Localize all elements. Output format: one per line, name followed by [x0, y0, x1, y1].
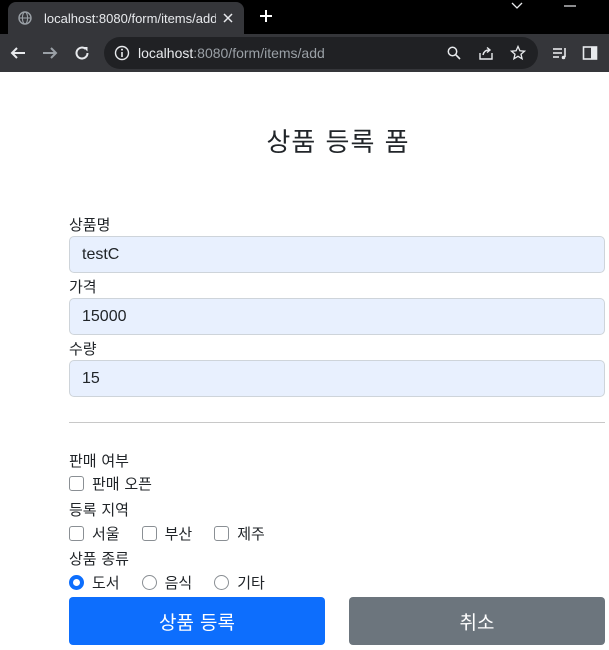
region-option-jeju[interactable]: 제주: [214, 523, 265, 544]
item-type-option-etc[interactable]: 기타: [214, 572, 265, 593]
region-option-seoul[interactable]: 서울: [69, 523, 120, 544]
open-checkbox[interactable]: [69, 475, 84, 491]
browser-tab-bar: localhost:8080/form/items/add: [0, 0, 609, 34]
browser-toolbar: localhost:8080/form/items/add: [0, 34, 609, 72]
region-label-busan: 부산: [164, 524, 193, 543]
info-icon[interactable]: [114, 45, 130, 61]
item-type-option-food[interactable]: 음식: [141, 572, 193, 593]
media-queue-icon[interactable]: [552, 45, 568, 61]
star-icon[interactable]: [510, 45, 526, 61]
price-input[interactable]: [69, 298, 605, 335]
page-title: 상품 등록 폼: [266, 128, 410, 158]
price-label: 가격: [69, 278, 97, 296]
quantity-label: 수량: [69, 340, 97, 358]
minimize-icon[interactable]: [560, 0, 580, 12]
back-arrow-icon[interactable]: [8, 43, 28, 63]
submit-button[interactable]: 상품 등록: [69, 597, 325, 645]
quantity-input[interactable]: [69, 360, 605, 397]
region-checkbox-busan[interactable]: [141, 525, 157, 541]
url-path: :8080/form/items/add: [193, 45, 325, 61]
item-type-option-book[interactable]: 도서: [69, 572, 120, 593]
zoom-icon[interactable]: [446, 45, 462, 61]
item-type-row: 도서 음식 기타: [69, 572, 287, 592]
open-option[interactable]: 판매 오픈: [69, 473, 152, 494]
item-type-label-book: 도서: [92, 573, 120, 592]
reload-icon[interactable]: [72, 43, 92, 63]
item-type-label-etc: 기타: [237, 573, 265, 592]
region-checkbox-jeju[interactable]: [214, 525, 230, 541]
globe-icon: [18, 11, 32, 25]
region-label-seoul: 서울: [92, 524, 120, 543]
region-label-jeju: 제주: [237, 524, 265, 543]
browser-tab[interactable]: localhost:8080/form/items/add: [8, 2, 244, 34]
close-icon[interactable]: [220, 10, 236, 26]
address-bar[interactable]: localhost:8080/form/items/add: [104, 37, 538, 69]
region-option-busan[interactable]: 부산: [141, 523, 193, 544]
chevron-down-icon[interactable]: [507, 0, 527, 12]
tab-title: localhost:8080/form/items/add: [44, 10, 216, 26]
open-row: 판매 오픈: [69, 473, 174, 493]
regions-row: 서울 부산 제주: [69, 523, 287, 543]
item-name-input[interactable]: [69, 236, 605, 273]
regions-label: 등록 지역: [69, 501, 129, 519]
divider: [69, 422, 605, 423]
open-option-label: 판매 오픈: [92, 474, 152, 493]
item-name-label: 상품명: [69, 216, 111, 234]
cancel-button[interactable]: 취소: [349, 597, 605, 645]
url-text[interactable]: localhost:8080/form/items/add: [138, 45, 325, 61]
item-type-radio-book[interactable]: [69, 574, 84, 590]
item-type-label: 상품 종류: [69, 550, 129, 568]
item-type-radio-etc[interactable]: [214, 574, 230, 590]
item-type-radio-food[interactable]: [141, 574, 157, 590]
item-type-label-food: 음식: [164, 573, 193, 592]
share-icon[interactable]: [478, 45, 494, 61]
url-host: localhost: [138, 45, 194, 61]
forward-arrow-icon[interactable]: [40, 43, 60, 63]
region-checkbox-seoul[interactable]: [69, 525, 84, 541]
plus-icon[interactable]: [256, 6, 276, 26]
side-panel-icon[interactable]: [582, 45, 598, 61]
open-label: 판매 여부: [69, 452, 129, 470]
